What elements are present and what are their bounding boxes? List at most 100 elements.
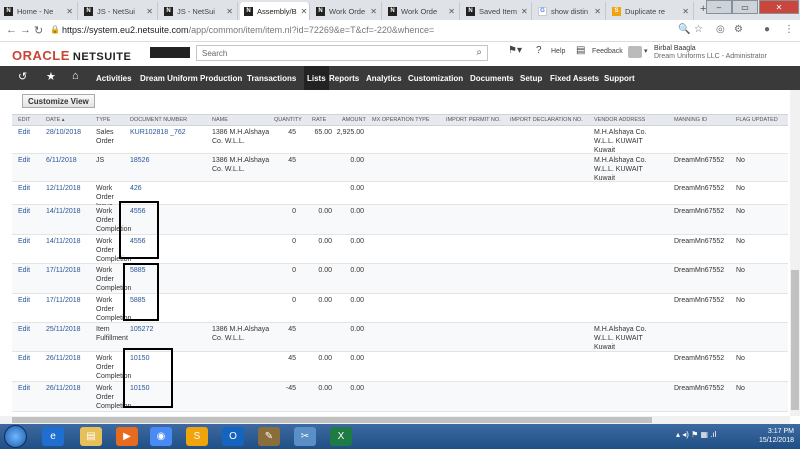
sublime-icon[interactable]: S [186,427,208,446]
avatar[interactable] [628,46,642,58]
tab-close-icon[interactable]: ✕ [682,7,689,16]
puzzle-icon[interactable]: ⚙ [734,24,743,35]
column-header[interactable]: Vendor Address [594,117,645,123]
menu-item-customization[interactable]: Customization [408,66,463,90]
edit-link[interactable]: Edit [18,266,40,275]
browser-tab[interactable]: N Work Orde ✕ [312,2,382,20]
edit-link[interactable]: Edit [18,354,40,363]
profile-icon[interactable]: ● [764,24,770,35]
tab-close-icon[interactable]: ✕ [146,7,153,16]
cell-date[interactable]: 6/11/2018 [46,156,94,165]
back-icon[interactable]: ← [6,24,17,36]
menu-item-lists[interactable]: Lists [304,66,329,90]
browser-tab[interactable]: N Work Orde ✕ [384,2,460,20]
start-button[interactable] [4,425,27,448]
maximize-button[interactable]: ▭ [732,0,758,14]
chrome-icon[interactable]: ◉ [150,427,172,446]
document-number-link[interactable]: KUR102818 _762 [130,128,212,137]
cell-date[interactable]: 26/11/2018 [46,354,94,363]
tab-close-icon[interactable]: ✕ [66,7,73,16]
zoom-icon[interactable]: 🔍 [678,24,690,35]
feedback-icon[interactable]: ▤ [576,45,585,56]
column-header[interactable]: Flag Updated [736,117,778,123]
tab-close-icon[interactable]: ✕ [594,7,601,16]
taskbar-clock[interactable]: 3:17 PM 15/12/2018 [748,427,794,445]
browser-tab[interactable]: S Duplicate re ✕ [608,2,694,20]
home-icon[interactable]: ⌂ [72,70,79,82]
column-header[interactable]: MX Operation Type [372,117,430,123]
cell-date[interactable]: 14/11/2018 [46,237,94,246]
menu-item-documents[interactable]: Documents [470,66,514,90]
column-header[interactable]: Name [212,117,228,123]
cell-date[interactable]: 17/11/2018 [46,266,94,275]
reload-icon[interactable]: ↻ [34,24,43,37]
horizontal-scrollbar[interactable] [0,416,790,424]
browser-menu-icon[interactable]: ⋮ [784,24,794,35]
user-menu[interactable]: Birbal Baagla Dream Uniforms LLC - Admin… [654,45,767,61]
menu-item-dream-uniform-production[interactable]: Dream Uniform Production [140,66,242,90]
browser-tab[interactable]: N Assembly/B ✕ [240,2,310,20]
menu-item-transactions[interactable]: Transactions [247,66,296,90]
recent-records-icon[interactable]: ⚑▾ [508,45,522,56]
column-header[interactable]: Import Permit No. [446,117,501,123]
vertical-scrollbar[interactable] [790,90,800,416]
column-header[interactable]: Document Number [130,117,187,123]
extension-icon[interactable]: ◎ [716,24,725,35]
document-number-link[interactable]: 105272 [130,325,212,334]
edit-link[interactable]: Edit [18,384,40,393]
menu-item-analytics[interactable]: Analytics [366,66,402,90]
edit-link[interactable]: Edit [18,128,40,137]
minimize-button[interactable]: – [706,0,732,14]
menu-item-activities[interactable]: Activities [96,66,132,90]
media-player-icon[interactable]: ▶ [116,427,138,446]
table-row[interactable]: Edit 28/10/2018 Sales Order KUR102818 _762 1… [12,126,788,154]
edit-link[interactable]: Edit [18,156,40,165]
cell-date[interactable]: 28/10/2018 [46,128,94,137]
browser-tab[interactable]: N JS - NetSui ✕ [160,2,238,20]
menu-item-fixed-assets[interactable]: Fixed Assets [550,66,599,90]
column-header[interactable]: Amount [342,117,366,123]
cell-date[interactable]: 12/11/2018 [46,184,94,193]
help-link[interactable]: Help [551,48,565,55]
paint-icon[interactable]: ✎ [258,427,280,446]
column-header[interactable]: Edit [18,117,31,123]
column-header[interactable]: Type [96,117,110,123]
browser-tab[interactable]: Gshow distin ✕ [534,2,606,20]
recent-icon[interactable]: ↺ [18,70,27,83]
edit-link[interactable]: Edit [18,207,40,216]
column-header[interactable]: Quantity [274,117,302,123]
vertical-scroll-thumb[interactable] [791,270,799,410]
table-row[interactable]: Edit 6/11/2018 JS 18526 1386 M.H.Alshaya Co.… [12,154,788,182]
column-header[interactable]: Import Declaration No. [510,117,583,123]
user-menu-chevron-icon[interactable]: ▾ [644,47,648,55]
cell-date[interactable]: 25/11/2018 [46,325,94,334]
column-header[interactable]: Date ▴ [46,117,65,123]
browser-tab[interactable]: N Home - Ne ✕ [0,2,78,20]
search-icon[interactable]: ⌕ [476,47,482,58]
edit-link[interactable]: Edit [18,325,40,334]
edit-link[interactable]: Edit [18,296,40,305]
tab-close-icon[interactable]: ✕ [448,7,455,16]
edit-link[interactable]: Edit [18,237,40,246]
column-header[interactable]: Rate [312,117,326,123]
tab-close-icon[interactable]: ✕ [301,7,308,16]
menu-item-reports[interactable]: Reports [329,66,359,90]
help-icon[interactable]: ? [536,45,542,56]
bookmark-star-icon[interactable]: ☆ [694,24,703,35]
menu-item-setup[interactable]: Setup [520,66,542,90]
snipping-tool-icon[interactable]: ✂ [294,427,316,446]
url-field[interactable]: https://system.eu2.netsuite.com/app/comm… [62,25,434,35]
tab-close-icon[interactable]: ✕ [521,7,528,16]
column-header[interactable]: Manning ID [674,117,707,123]
browser-tab[interactable]: N Saved Item ✕ [462,2,532,20]
menu-item-support[interactable]: Support [604,66,635,90]
edit-link[interactable]: Edit [18,184,40,193]
forward-icon[interactable]: → [20,24,31,36]
system-tray-icons[interactable]: ▴ ◂) ⚑ ▦ .ıl [676,430,717,439]
feedback-link[interactable]: Feedback [592,48,623,55]
window-close-button[interactable]: ✕ [759,0,799,14]
ie-icon[interactable]: e [42,427,64,446]
netsuite-logo[interactable]: ORACLE NETSUITE [12,48,131,63]
tab-close-icon[interactable]: ✕ [226,7,233,16]
global-search-input[interactable]: Search ⌕ [196,45,488,61]
